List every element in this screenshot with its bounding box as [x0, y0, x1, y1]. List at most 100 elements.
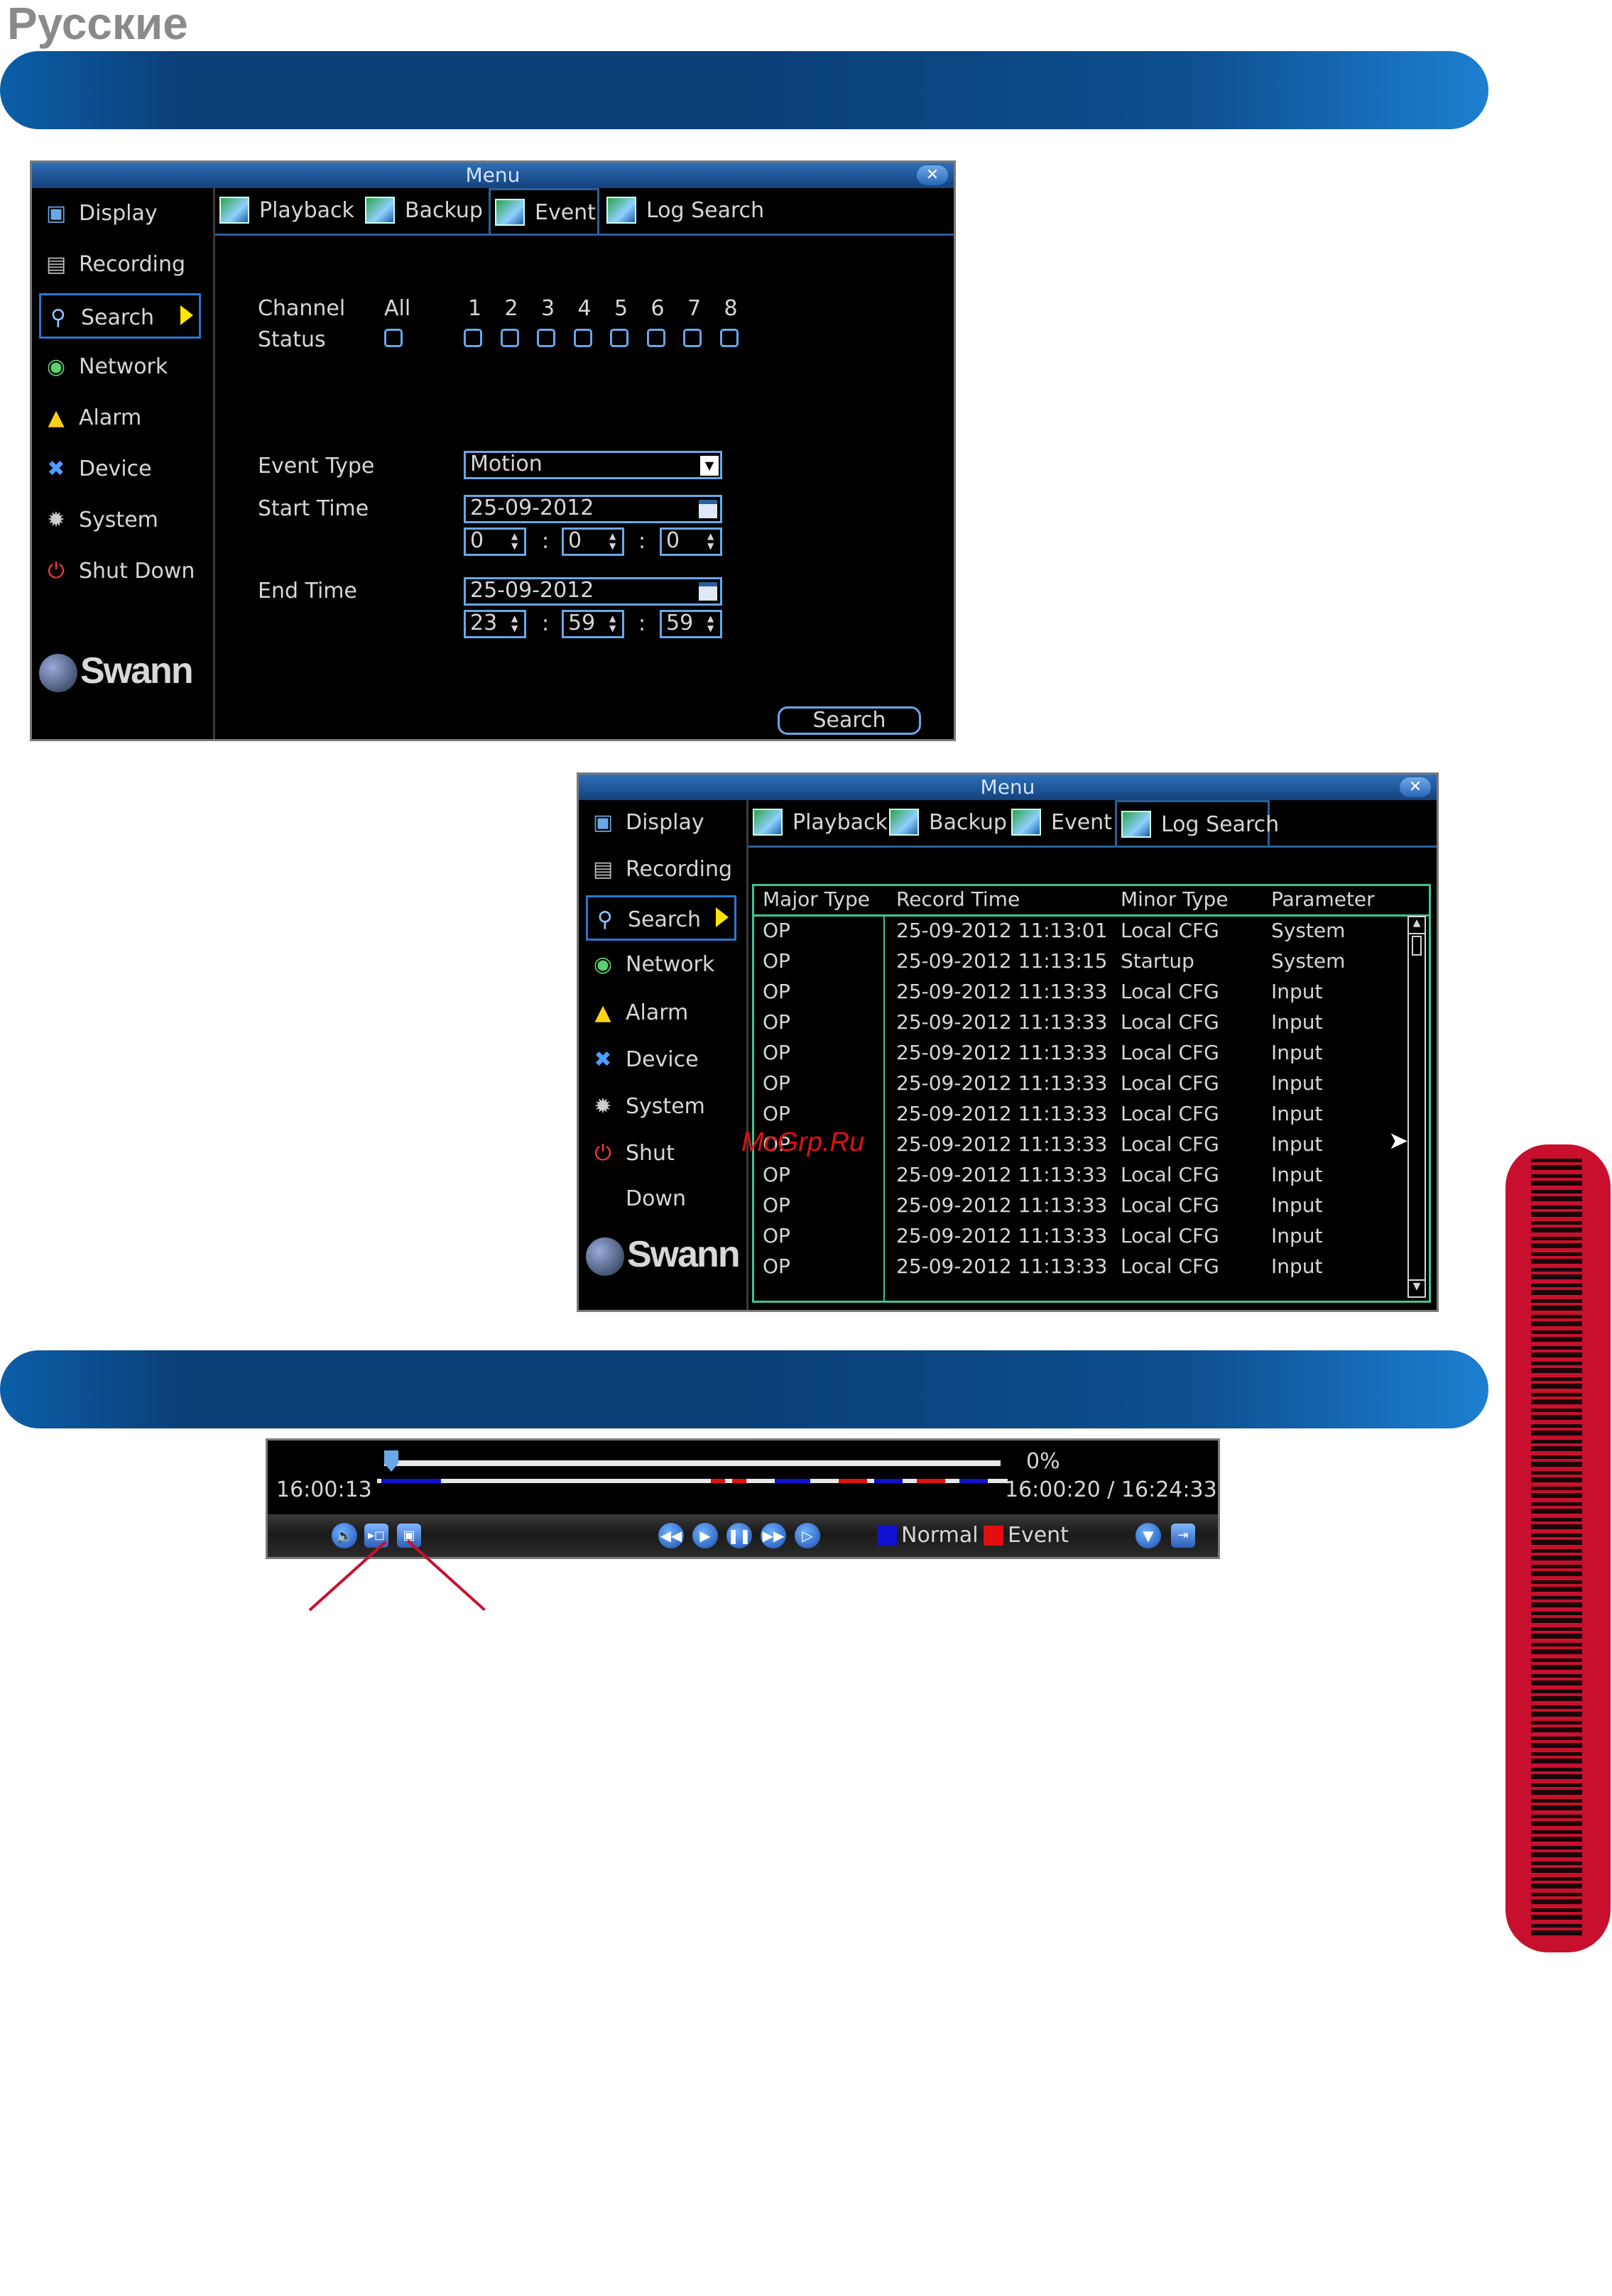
close-icon[interactable]: ✕ [917, 165, 948, 185]
status-label: Status [258, 327, 326, 352]
table-row[interactable]: OP 25-09-2012 11:13:33 Local CFG Input [754, 1100, 1405, 1131]
tab-playback[interactable]: Playback [215, 188, 357, 234]
table-cell: 25-09-2012 11:13:33 [896, 1193, 1108, 1217]
sidebar-item-network[interactable]: ◉ Network [39, 344, 201, 390]
scroll-thumb[interactable] [1412, 936, 1422, 956]
channel-checkbox[interactable] [610, 329, 628, 347]
end-hour-stepper[interactable]: 23 ▲ ▼ [464, 610, 526, 638]
sidebar-item-search[interactable]: ⚲ Search [39, 293, 201, 339]
sidebar-item-system[interactable]: ✹ System [39, 498, 201, 543]
table-cell: 25-09-2012 11:13:33 [896, 1041, 1108, 1064]
start-date-field[interactable]: 25-09-2012 [464, 495, 722, 523]
rewind-icon[interactable]: ◀◀ [658, 1523, 684, 1548]
sidebar-item-display[interactable]: ▣ Display [586, 800, 736, 846]
table-row[interactable]: OP 25-09-2012 11:13:15 Startup System [754, 948, 1405, 978]
calendar-icon[interactable] [699, 500, 717, 518]
start-minute-stepper[interactable]: 0 ▲ ▼ [562, 527, 624, 556]
sidebar-item-recording[interactable]: ▤ Recording [39, 242, 201, 288]
table-row[interactable]: OP 25-09-2012 11:13:33 Local CFG Input [754, 1161, 1405, 1192]
step-forward-icon[interactable]: ▷ [795, 1523, 820, 1548]
event-search-window: Menu ✕ ▣ Display ▤ Recording ⚲ Search ◉ … [30, 160, 956, 741]
channel-checkbox[interactable] [500, 329, 519, 347]
stepper-arrows-icon[interactable]: ▲ ▼ [609, 531, 619, 551]
sidebar-item-shut-down[interactable]: ⏻ Shut Down [586, 1131, 736, 1211]
sidebar-item-shut-down[interactable]: ⏻ Shut Down [39, 549, 201, 594]
end-second-stepper[interactable]: 59 ▲ ▼ [660, 610, 722, 638]
time-range: 16:00:20 / 16:24:33 [1005, 1477, 1217, 1502]
table-row[interactable]: OP 25-09-2012 11:13:33 Local CFG Input [754, 1009, 1405, 1039]
timeline-segment [711, 1479, 725, 1483]
channel-checkbox[interactable] [573, 329, 592, 347]
column-header[interactable]: Record Time [896, 887, 1020, 911]
tab-playback[interactable]: Playback [748, 800, 888, 846]
tab-log-search[interactable]: Log Search [602, 188, 773, 234]
column-header[interactable]: Minor Type [1121, 887, 1229, 911]
column-header[interactable]: Parameter [1271, 887, 1375, 911]
tab-event[interactable]: Event [1007, 800, 1113, 846]
sidebar-item-device[interactable]: ✖ Device [39, 447, 201, 492]
start-hour-stepper[interactable]: 0 ▲ ▼ [464, 527, 526, 556]
current-time: 16:00:13 [276, 1477, 372, 1502]
calendar-icon[interactable] [699, 582, 717, 601]
channel-number: 7 [687, 296, 702, 321]
sidebar-item-display[interactable]: ▣ Display [39, 191, 201, 236]
table-cell: Local CFG [1121, 1102, 1219, 1125]
tab-backup[interactable]: Backup [361, 188, 489, 234]
tab-backup[interactable]: Backup [885, 800, 1007, 846]
sidebar-item-alarm[interactable]: ▲ Alarm [586, 990, 736, 1036]
recording-icon: ▤ [45, 252, 67, 277]
sidebar-item-network[interactable]: ◉ Network [586, 942, 736, 988]
sidebar-item-alarm[interactable]: ▲ Alarm [39, 395, 201, 441]
play-icon[interactable]: ▶ [692, 1523, 718, 1548]
table-cell: Input [1271, 1254, 1323, 1278]
exit-playback-icon[interactable]: ⇥ [1171, 1524, 1195, 1548]
stepper-arrows-icon[interactable]: ▲ ▼ [707, 531, 717, 551]
volume-icon[interactable]: 🔈 [332, 1523, 357, 1548]
end-minute-stepper[interactable]: 59 ▲ ▼ [562, 610, 624, 638]
start-second-stepper[interactable]: 0 ▲ ▼ [660, 527, 722, 556]
window-title: Menu [32, 163, 954, 188]
event-timeline[interactable] [377, 1479, 1008, 1483]
sidebar-item-system[interactable]: ✹ System [586, 1084, 736, 1130]
channel-checkbox[interactable] [537, 329, 555, 347]
table-row[interactable]: OP 25-09-2012 11:13:01 Local CFG System [754, 917, 1405, 948]
scrollbar[interactable]: ▲ ▼ [1407, 916, 1426, 1298]
close-icon[interactable]: ✕ [1400, 777, 1431, 797]
stepper-arrows-icon[interactable]: ▲ ▼ [511, 613, 521, 633]
scroll-up-icon[interactable]: ▲ [1409, 917, 1425, 934]
table-row[interactable]: OP 25-09-2012 11:13:33 Local CFG Input [754, 1192, 1405, 1223]
fast-forward-icon[interactable]: ▶▶ [761, 1523, 786, 1548]
channel-checkbox[interactable] [683, 329, 702, 347]
table-row[interactable]: OP 25-09-2012 11:13:33 Local CFG Input [754, 1070, 1405, 1100]
stepper-arrows-icon[interactable]: ▲ ▼ [609, 613, 619, 633]
sidebar-item-search[interactable]: ⚲ Search [586, 895, 736, 941]
hide-toolbar-icon[interactable]: ▼ [1136, 1523, 1161, 1548]
table-row[interactable]: OP 25-09-2012 11:13:33 Local CFG Input [754, 1039, 1405, 1070]
stepper-arrows-icon[interactable]: ▲ ▼ [707, 613, 717, 633]
sidebar: ▣ Display ▤ Recording ⚲ Search ◉ Network… [32, 188, 215, 739]
stepper-arrows-icon[interactable]: ▲ ▼ [511, 531, 521, 551]
progress-handle[interactable] [384, 1450, 398, 1472]
sidebar-item-device[interactable]: ✖ Device [586, 1037, 736, 1083]
table-row[interactable]: OP 25-09-2012 11:13:33 Local CFG Input [754, 1223, 1405, 1253]
progress-track[interactable] [384, 1460, 1001, 1466]
mouse-cursor-icon: ➤ [1388, 1127, 1409, 1155]
channel-checkbox[interactable] [646, 329, 665, 347]
channel-checkbox[interactable] [719, 329, 739, 347]
table-row[interactable]: OP 25-09-2012 11:13:33 Local CFG Input [754, 978, 1405, 1009]
search-button[interactable]: Search [778, 706, 921, 735]
chevron-down-icon: ▼ [700, 456, 719, 476]
tab-log-search[interactable]: Log Search [1115, 800, 1279, 846]
column-header[interactable]: Major Type [763, 887, 870, 911]
all-checkbox[interactable] [384, 329, 403, 347]
tab-event[interactable]: Event [489, 188, 599, 234]
pause-icon[interactable]: ❚❚ [726, 1523, 752, 1548]
sidebar-item-recording[interactable]: ▤ Recording [586, 847, 736, 892]
end-date-field[interactable]: 25-09-2012 [464, 577, 722, 606]
table-row[interactable]: OP 25-09-2012 11:13:33 Local CFG Input [754, 1253, 1405, 1284]
log-search-tab-icon [606, 197, 636, 224]
scroll-down-icon[interactable]: ▼ [1409, 1279, 1425, 1296]
channel-checkbox[interactable] [464, 329, 482, 347]
event-type-select[interactable]: Motion ▼ [464, 451, 722, 479]
table-cell: Input [1271, 1132, 1323, 1156]
